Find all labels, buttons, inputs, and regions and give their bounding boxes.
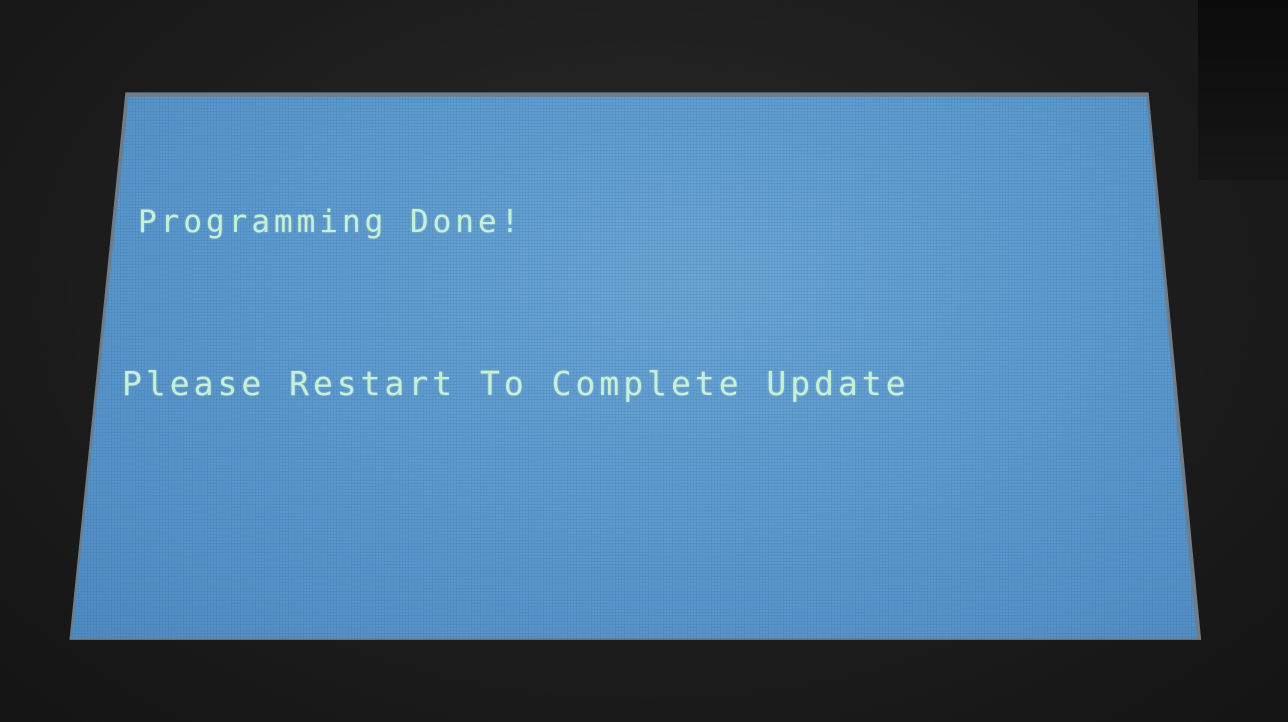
bezel-reflection xyxy=(1198,0,1288,180)
status-message: Programming Done! xyxy=(138,204,524,240)
device-bezel: Programming Done! Please Restart To Comp… xyxy=(0,0,1288,722)
instruction-message: Please Restart To Complete Update xyxy=(122,364,910,403)
lcd-display: Programming Done! Please Restart To Comp… xyxy=(71,96,1197,639)
lcd-frame: Programming Done! Please Restart To Comp… xyxy=(69,92,1202,640)
